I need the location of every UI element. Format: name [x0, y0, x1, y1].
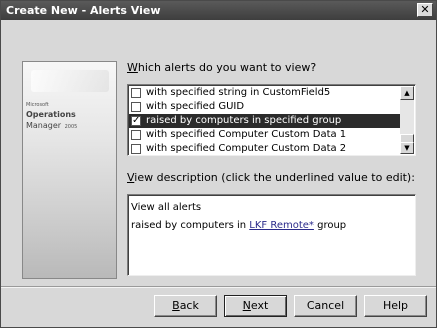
criteria-item-label: with specified Computer Custom Data 1: [146, 129, 347, 140]
wizard-banner-image: Microsoft Operations Manager 2005: [22, 61, 117, 279]
criteria-checkbox-checked[interactable]: ✓: [131, 116, 141, 126]
scroll-up-button[interactable]: ▲: [400, 86, 414, 100]
help-button[interactable]: Help: [364, 295, 427, 317]
logo-brand: Microsoft: [26, 102, 49, 108]
criteria-scrollbar[interactable]: ▲ ▼: [400, 86, 414, 154]
criteria-item-label: with specified string in CustomField5: [146, 87, 331, 98]
criteria-item-label: with specified GUID: [146, 101, 245, 112]
next-button[interactable]: Next: [224, 295, 287, 317]
criteria-prompt-text: hich alerts do you want to view?: [137, 61, 317, 74]
criteria-item[interactable]: with specified Computer Custom Data 1: [129, 128, 400, 142]
criteria-listbox[interactable]: with specified string in CustomField5 wi…: [127, 84, 416, 156]
description-line-1: View all alerts: [131, 202, 202, 213]
next-label: ext: [250, 299, 269, 312]
criteria-checkbox[interactable]: [131, 144, 141, 154]
criteria-prompt-mnemonic: W: [127, 61, 138, 74]
close-button[interactable]: ✕: [417, 3, 433, 17]
close-icon: ✕: [420, 3, 430, 16]
logo-product-line1: Operations: [26, 110, 76, 119]
view-description-box: View all alerts raised by computers in L…: [127, 194, 416, 276]
description-label-text: iew description (click the underlined va…: [134, 171, 415, 184]
logo-year: 2005: [64, 124, 78, 130]
window-title: Create New - Alerts View: [6, 4, 161, 17]
criteria-item-label: raised by computers in specified group: [146, 115, 342, 126]
criteria-item[interactable]: with specified string in CustomField5: [129, 86, 400, 100]
cancel-button[interactable]: Cancel: [294, 295, 357, 317]
back-mnemonic: B: [172, 299, 180, 312]
criteria-prompt: Which alerts do you want to view?: [127, 61, 316, 74]
group-value-link[interactable]: LKF Remote*: [249, 220, 314, 231]
product-logo: Microsoft Operations Manager 2005: [26, 100, 77, 132]
scroll-down-button[interactable]: ▼: [400, 142, 414, 154]
criteria-item-selected[interactable]: ✓ raised by computers in specified group: [129, 114, 400, 128]
back-button[interactable]: Back: [154, 295, 217, 317]
description-line-2-suffix: group: [313, 220, 347, 231]
description-line-2-prefix: raised by computers in: [131, 220, 250, 231]
criteria-item[interactable]: with specified Computer Custom Data 2: [129, 142, 400, 156]
title-bar[interactable]: Create New - Alerts View ✕: [1, 1, 436, 20]
banner-decoration: [31, 70, 109, 92]
arrow-up-icon: ▲: [404, 89, 410, 97]
checkmark-icon: ✓: [132, 115, 141, 126]
criteria-checkbox[interactable]: [131, 88, 141, 98]
logo-product-line2: Manager: [26, 121, 62, 130]
back-label: ack: [179, 299, 199, 312]
description-line-2: raised by computers in LKF Remote* group: [131, 217, 412, 235]
criteria-checkbox[interactable]: [131, 102, 141, 112]
button-separator: [1, 286, 436, 288]
description-label: View description (click the underlined v…: [127, 171, 415, 184]
create-alerts-view-dialog: Create New - Alerts View ✕ Microsoft Ope…: [0, 0, 437, 328]
next-mnemonic: N: [242, 299, 251, 312]
criteria-checkbox[interactable]: [131, 130, 141, 140]
criteria-item[interactable]: with specified GUID: [129, 100, 400, 114]
criteria-item-label: with specified Computer Custom Data 2: [146, 143, 347, 154]
arrow-down-icon: ▼: [404, 144, 410, 152]
